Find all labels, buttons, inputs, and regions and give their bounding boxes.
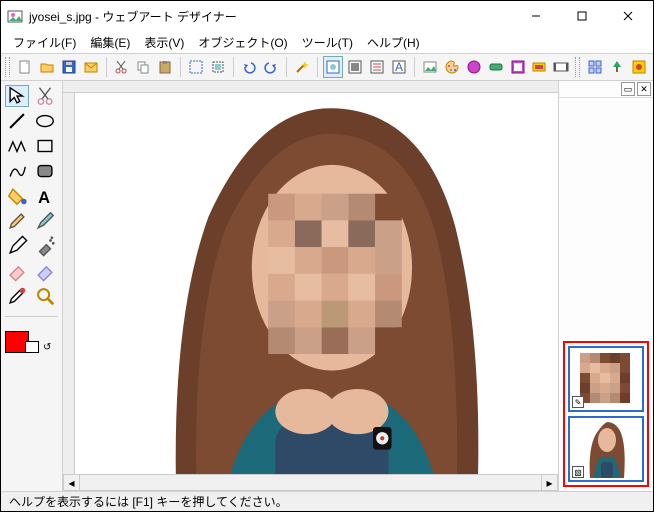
menu-tools[interactable]: ツール(T): [296, 32, 359, 53]
line-tool-icon[interactable]: [5, 110, 29, 132]
mode2-icon[interactable]: [345, 56, 365, 78]
brush-tool-icon[interactable]: [33, 210, 57, 232]
horizontal-ruler-spacer: [63, 81, 558, 93]
eraser-tool-icon[interactable]: [5, 260, 29, 282]
panel-header: ▭ ✕: [559, 81, 653, 98]
copy-icon[interactable]: [133, 56, 153, 78]
anim-icon[interactable]: [551, 56, 571, 78]
toolbar-grip[interactable]: [5, 57, 10, 77]
roundrect-tool-icon[interactable]: [33, 160, 57, 182]
rollover-icon[interactable]: [529, 56, 549, 78]
title-bar: jyosei_s.jpg - ウェブアート デザイナー: [1, 1, 653, 31]
pencil-tool-icon[interactable]: [5, 210, 29, 232]
layers-panel: ▭ ✕ ✎: [558, 81, 653, 491]
layer-thumbnail-2[interactable]: ▧: [568, 416, 644, 482]
background-color[interactable]: [25, 341, 39, 353]
menu-help[interactable]: ヘルプ(H): [361, 32, 426, 53]
bucket-tool-icon[interactable]: [5, 185, 29, 207]
mode4-icon[interactable]: A: [389, 56, 409, 78]
maximize-button[interactable]: [559, 2, 605, 30]
menu-view[interactable]: 表示(V): [138, 32, 190, 53]
swap-colors-icon[interactable]: ↺: [43, 342, 51, 353]
selection-highlight: ✎ ▧: [563, 341, 649, 487]
pointer-tool-icon[interactable]: [5, 85, 29, 107]
window-title: jyosei_s.jpg - ウェブアート デザイナー: [29, 8, 513, 25]
main-toolbar: A: [1, 53, 653, 81]
scroll-right-button[interactable]: ▸: [541, 474, 558, 491]
canvas[interactable]: [75, 93, 558, 474]
color-picker[interactable]: ↺: [5, 331, 58, 353]
photoframe-icon[interactable]: [508, 56, 528, 78]
zoom-tool-icon[interactable]: [33, 285, 57, 307]
status-text: ヘルプを表示するには [F1] キーを押してください。: [9, 493, 288, 510]
cut-icon[interactable]: [111, 56, 131, 78]
photo-content: [75, 93, 558, 474]
menu-file[interactable]: ファイル(F): [7, 32, 82, 53]
menu-edit[interactable]: 編集(E): [84, 32, 136, 53]
status-bar: ヘルプを表示するには [F1] キーを押してください。: [1, 491, 653, 511]
open-icon[interactable]: [37, 56, 57, 78]
menu-bar: ファイル(F) 編集(E) 表示(V) オブジェクト(O) ツール(T) ヘルプ…: [1, 31, 653, 53]
button-icon[interactable]: [486, 56, 506, 78]
pen-tool-icon[interactable]: [5, 235, 29, 257]
panel-close-button[interactable]: ✕: [637, 82, 651, 96]
polyline-tool-icon[interactable]: [5, 135, 29, 157]
svg-text:A: A: [395, 60, 403, 74]
wizard-icon[interactable]: [292, 56, 312, 78]
panel-undock-button[interactable]: ▭: [621, 82, 635, 96]
curve-tool-icon[interactable]: [5, 160, 29, 182]
rect-tool-icon[interactable]: [33, 135, 57, 157]
tile-icon[interactable]: [585, 56, 605, 78]
logo-icon[interactable]: [464, 56, 484, 78]
menu-object[interactable]: オブジェクト(O): [192, 32, 293, 53]
close-button[interactable]: [605, 2, 651, 30]
tree-icon[interactable]: [607, 56, 627, 78]
effect-icon[interactable]: [629, 56, 649, 78]
ellipse-tool-icon[interactable]: [33, 110, 57, 132]
layer-thumbnail-1[interactable]: ✎: [568, 346, 644, 412]
minimize-button[interactable]: [513, 2, 559, 30]
mode1-icon[interactable]: [323, 56, 343, 78]
send-icon[interactable]: [81, 56, 101, 78]
vertical-ruler-spacer: [63, 93, 75, 474]
palette-icon[interactable]: [442, 56, 462, 78]
svg-text:A: A: [38, 189, 50, 207]
scroll-track[interactable]: [80, 474, 541, 491]
save-icon[interactable]: [59, 56, 79, 78]
select-all-icon[interactable]: [186, 56, 206, 78]
app-icon: [7, 8, 23, 24]
undo-icon[interactable]: [239, 56, 259, 78]
crop-icon[interactable]: [208, 56, 228, 78]
toolbox: A ↺: [1, 81, 63, 491]
toolbar-grip-right[interactable]: [575, 57, 580, 77]
text-tool-icon[interactable]: A: [33, 185, 57, 207]
layer-image-badge-icon: ▧: [572, 466, 584, 478]
scissors-tool-icon[interactable]: [33, 85, 57, 107]
image-icon[interactable]: [420, 56, 440, 78]
layer-edit-badge-icon: ✎: [572, 396, 584, 408]
main-area: A ↺: [1, 81, 653, 491]
scroll-left-button[interactable]: ◂: [63, 474, 80, 491]
redo-icon[interactable]: [261, 56, 281, 78]
new-icon[interactable]: [15, 56, 35, 78]
paste-icon[interactable]: [155, 56, 175, 78]
mode3-icon[interactable]: [367, 56, 387, 78]
horizontal-scrollbar[interactable]: ◂ ▸: [63, 474, 558, 491]
canvas-area: ◂ ▸: [63, 81, 558, 491]
eyedropper-tool-icon[interactable]: [5, 285, 29, 307]
airbrush-tool-icon[interactable]: [33, 235, 57, 257]
eraser2-tool-icon[interactable]: [33, 260, 57, 282]
